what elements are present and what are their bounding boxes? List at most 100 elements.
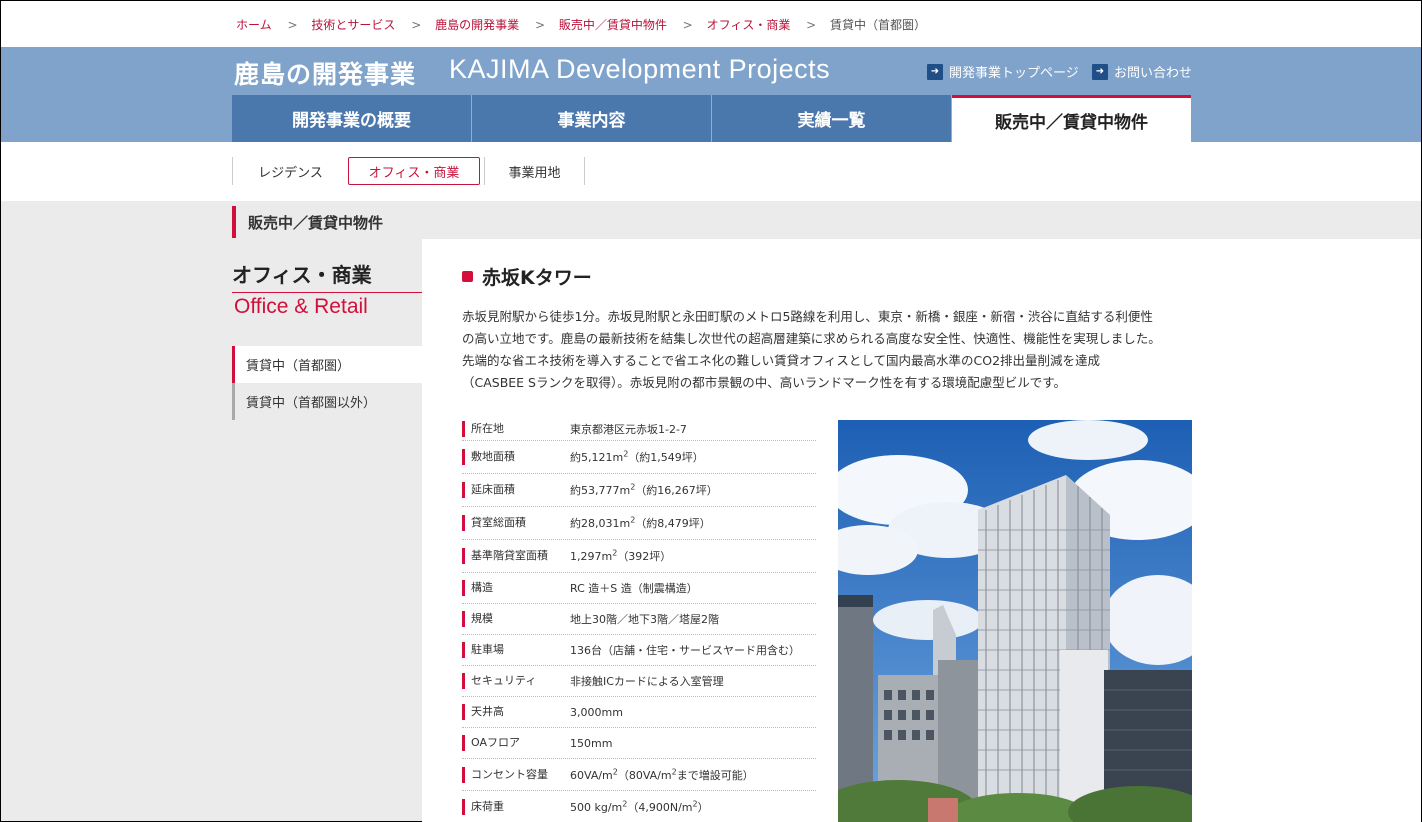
spec-key: 駐車場 — [462, 642, 570, 658]
spec-value-part: （80VA/m — [617, 768, 672, 782]
description-line: 赤坂見附駅から徒歩1分。赤坂見附駅と永田町駅のメトロ5路線を利用し、東京・新橋・… — [462, 309, 1153, 324]
spec-value-part: （約8,479坪） — [635, 517, 711, 530]
spec-row: 床荷重 500 kg/m2（4,900N/m2） — [462, 791, 816, 822]
sidebar-title-en: Office & Retail — [234, 295, 368, 318]
breadcrumb-separator: > — [287, 18, 298, 32]
property-title-wrap: 赤坂Kタワー — [462, 263, 592, 290]
breadcrumb-separator: > — [682, 18, 693, 32]
nav-results[interactable]: 実績一覧 — [712, 95, 952, 142]
description-line: の高い立地です。鹿島の最新技術を結集し次世代の超高層建築に求められる高度な安全性… — [462, 331, 1161, 346]
sidebar-item-metro[interactable]: 賃貸中（首都圏） — [232, 346, 422, 383]
spec-row: 構造 RC 造＋S 造（制震構造） — [462, 573, 816, 604]
property-title: 赤坂Kタワー — [482, 267, 592, 289]
arrow-right-icon: ➜ — [1092, 63, 1108, 80]
nav-properties[interactable]: 販売中／賃貸中物件 — [952, 95, 1191, 142]
contact-link[interactable]: ➜ お問い合わせ — [1092, 62, 1192, 81]
spec-value-part: まで増設可能） — [676, 768, 754, 782]
subnav-business-land[interactable]: 事業用地 — [484, 157, 585, 185]
section-heading: 販売中／賃貸中物件 — [232, 206, 383, 238]
breadcrumb-tech-services[interactable]: 技術とサービス — [311, 18, 395, 32]
spec-value: 約5,121m2（約1,549坪） — [570, 449, 704, 465]
sub-nav-band — [1, 142, 1421, 201]
sub-nav: レジデンス オフィス・商業 事業用地 — [232, 157, 592, 185]
contact-link-label: お問い合わせ — [1114, 66, 1193, 81]
spec-row: 規模 地上30階／地下3階／塔屋2階 — [462, 604, 816, 635]
arrow-right-icon: ➜ — [927, 63, 943, 80]
property-description: 赤坂見附駅から徒歩1分。赤坂見附駅と永田町駅のメトロ5路線を利用し、東京・新橋・… — [462, 306, 1202, 394]
spec-key: 構造 — [462, 580, 570, 596]
spec-table: 所在地 東京都港区元赤坂1-2-7 敷地面積 約5,121m2（約1,549坪） 延床面… — [462, 417, 816, 822]
breadcrumb-separator: > — [411, 18, 422, 32]
building-photo — [838, 420, 1192, 822]
breadcrumb-development[interactable]: 鹿島の開発事業 — [435, 18, 519, 32]
spec-row: セキュリティ 非接触ICカードによる入室管理 — [462, 666, 816, 697]
spec-value: 非接触ICカードによる入室管理 — [570, 675, 724, 688]
spec-key: 基準階貸室面積 — [462, 548, 570, 564]
spec-value-part: 約5,121m — [570, 451, 624, 464]
nav-overview[interactable]: 開発事業の概要 — [232, 95, 472, 142]
breadcrumb: ホーム > 技術とサービス > 鹿島の開発事業 > 販売中／賃貸中物件 > オフ… — [236, 16, 926, 33]
spec-key: 延床面積 — [462, 482, 570, 498]
spec-value: 1,297m2（392坪） — [570, 548, 671, 564]
top-page-link[interactable]: ➜ 開発事業トップページ — [927, 62, 1079, 81]
subnav-residence[interactable]: レジデンス — [232, 157, 348, 185]
spec-value: 約28,031m2（約8,479坪） — [570, 515, 711, 531]
spec-key: 所在地 — [462, 420, 570, 437]
spec-value: 東京都港区元赤坂1-2-7 — [570, 422, 687, 436]
spec-key: 貸室総面積 — [462, 515, 570, 531]
nav-business[interactable]: 事業内容 — [472, 95, 712, 142]
spec-key: セキュリティ — [462, 673, 570, 689]
spec-value-part: 約53,777m — [570, 484, 631, 497]
spec-value-part: 1,297m — [570, 550, 613, 563]
square-bullet-icon — [462, 271, 473, 282]
sidebar-item-non-metro[interactable]: 賃貸中（首都圏以外） — [232, 383, 422, 420]
breadcrumb-properties[interactable]: 販売中／賃貸中物件 — [559, 18, 667, 32]
sidebar-title-jp: オフィス・商業 — [232, 259, 422, 293]
spec-value-part: 500 kg/m — [570, 801, 623, 814]
breadcrumb-home[interactable]: ホーム — [236, 18, 272, 32]
spec-value: 500 kg/m2（4,900N/m2） — [570, 799, 709, 815]
spec-value-part: （4,900N/m — [627, 801, 693, 814]
spec-value: 3,000mm — [570, 705, 623, 719]
sidebar-menu: 賃貸中（首都圏） 賃貸中（首都圏以外） — [232, 346, 422, 420]
breadcrumb-separator: > — [806, 18, 817, 32]
spec-key: 敷地面積 — [462, 449, 570, 465]
breadcrumb-bar: ホーム > 技術とサービス > 鹿島の開発事業 > 販売中／賃貸中物件 > オフ… — [1, 1, 1421, 47]
description-line: （CASBEE Sランクを取得）。赤坂見附の都市景観の中、高いランドマーク性を有… — [462, 375, 1066, 390]
spec-row: 敷地面積 約5,121m2（約1,549坪） — [462, 441, 816, 474]
spec-row: 天井高 3,000mm — [462, 697, 816, 728]
breadcrumb-current: 賃貸中（首都圏） — [830, 18, 927, 32]
spec-value-part: 60VA/m — [570, 768, 613, 782]
breadcrumb-office-retail[interactable]: オフィス・商業 — [707, 18, 791, 32]
spec-row: OAフロア 150mm — [462, 728, 816, 759]
sidebar: オフィス・商業 Office & Retail 賃貸中（首都圏） 賃貸中（首都圏… — [232, 259, 422, 420]
spec-row: 駐車場 136台（店舗・住宅・サービスヤード用含む） — [462, 635, 816, 666]
spec-value-part: ） — [697, 801, 709, 814]
spec-row: 貸室総面積 約28,031m2（約8,479坪） — [462, 507, 816, 540]
spec-value-part: （約1,549坪） — [628, 451, 704, 464]
site-header: 鹿島の開発事業 KAJIMA Development Projects ➜ 開発… — [1, 47, 1421, 95]
spec-value: RC 造＋S 造（制震構造） — [570, 582, 698, 595]
spec-value: 136台（店舗・住宅・サービスヤード用含む） — [570, 644, 800, 657]
spec-value-part: （392坪） — [617, 550, 672, 563]
header-title-jp[interactable]: 鹿島の開発事業 — [234, 55, 416, 91]
spec-key: 床荷重 — [462, 799, 570, 815]
spec-row: 基準階貸室面積 1,297m2（392坪） — [462, 540, 816, 573]
spec-row: 延床面積 約53,777m2（約16,267坪） — [462, 474, 816, 507]
building-photo-svg — [838, 420, 1192, 822]
spec-row: 所在地 東京都港区元赤坂1-2-7 — [462, 417, 816, 441]
spec-key: OAフロア — [462, 735, 570, 751]
subnav-office-retail[interactable]: オフィス・商業 — [348, 157, 480, 185]
spec-value: 150mm — [570, 736, 613, 750]
spec-value: 地上30階／地下3階／塔屋2階 — [570, 613, 719, 626]
header-title-en: KAJIMA Development Projects — [449, 54, 831, 84]
spec-key: コンセント容量 — [462, 766, 570, 783]
spec-value: 60VA/m2（80VA/m2まで増設可能） — [570, 767, 754, 783]
global-nav: 開発事業の概要 事業内容 実績一覧 販売中／賃貸中物件 — [232, 95, 1191, 142]
spec-key: 規模 — [462, 611, 570, 627]
top-page-link-label: 開発事業トップページ — [949, 66, 1079, 81]
main-content: 赤坂Kタワー 赤坂見附駅から徒歩1分。赤坂見附駅と永田町駅のメトロ5路線を利用し… — [422, 239, 1421, 822]
spec-row: コンセント容量 60VA/m2（80VA/m2まで増設可能） — [462, 759, 816, 791]
spec-value-part: 約28,031m — [570, 517, 631, 530]
description-line: 先端的な省エネ技術を導入することで省エネ化の難しい賃貸オフィスとして国内最高水準… — [462, 353, 1101, 368]
